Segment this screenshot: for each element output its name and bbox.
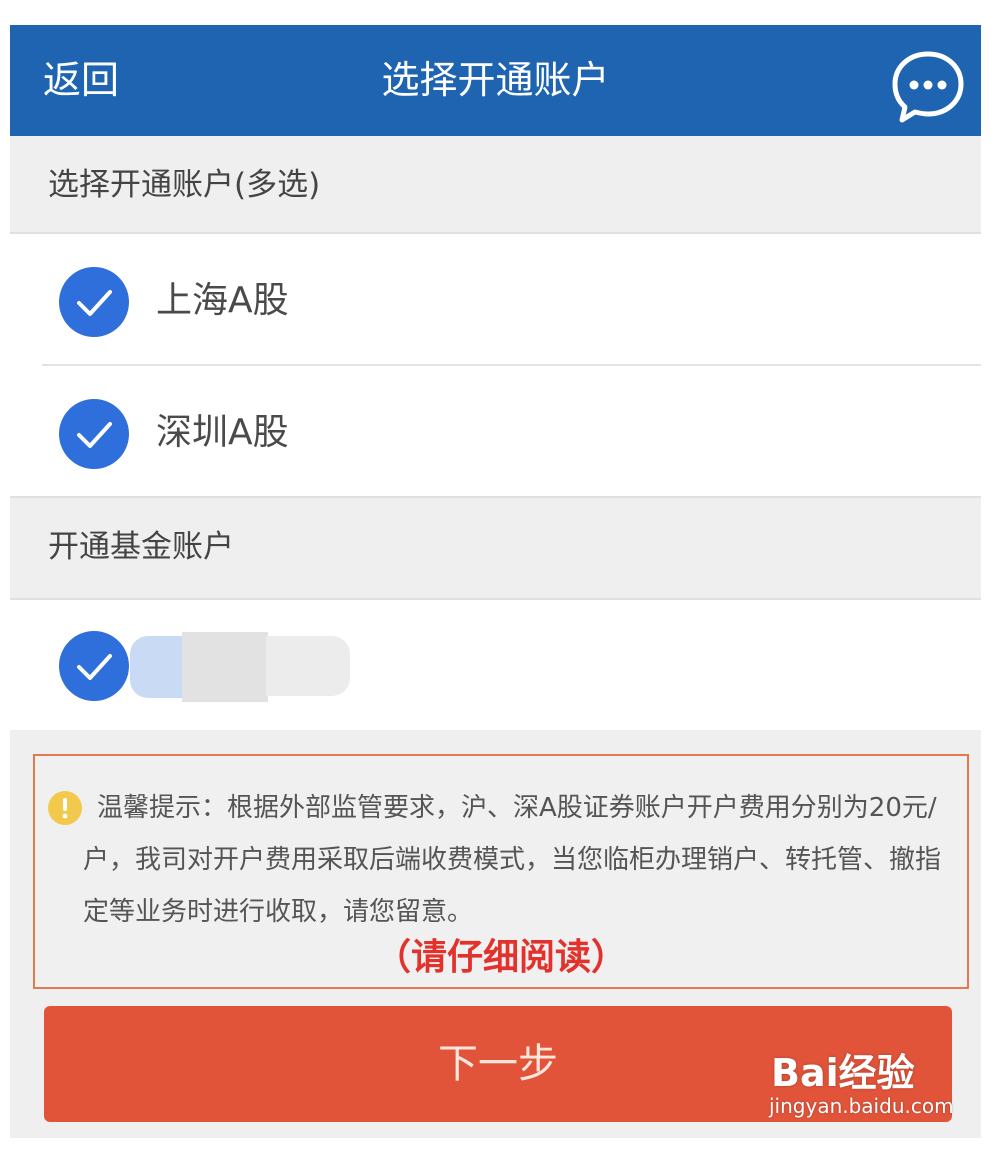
checked-circle-icon[interactable] bbox=[58, 266, 130, 338]
screen: 返回 选择开通账户 选择开通账户(多选) 上海A股 深圳A股 开通基金账户 温馨… bbox=[10, 25, 981, 1138]
option-label: 上海A股 bbox=[156, 280, 289, 321]
blur-block bbox=[266, 636, 350, 696]
watermark-logo: Bai经验 bbox=[771, 1051, 915, 1095]
page-title: 选择开通账户 bbox=[381, 58, 610, 102]
section-header-accounts: 选择开通账户(多选) bbox=[10, 136, 981, 234]
section-header-fund: 开通基金账户 bbox=[10, 496, 981, 600]
checked-circle-icon[interactable] bbox=[58, 398, 130, 470]
option-shenzhen-a[interactable]: 深圳A股 bbox=[10, 366, 981, 496]
option-shanghai-a[interactable]: 上海A股 bbox=[10, 234, 981, 366]
option-label: 深圳A股 bbox=[156, 412, 289, 453]
section-title: 开通基金账户 bbox=[48, 529, 234, 565]
checked-circle-icon[interactable] bbox=[58, 630, 130, 702]
obscured-label bbox=[130, 630, 350, 702]
baidu-jingyan-watermark: Bai经验 jingyan.baidu.com bbox=[763, 1042, 963, 1132]
blur-block bbox=[182, 632, 268, 702]
warning-icon bbox=[48, 791, 82, 825]
notice-emphasis: （请仔细阅读） bbox=[374, 937, 627, 978]
chat-bubble-icon[interactable] bbox=[890, 49, 966, 125]
notice-box: 温馨提示：根据外部监管要求，沪、深A股证券账户开户费用分别为20元/户，我司对开… bbox=[33, 754, 969, 989]
watermark-url: jingyan.baidu.com bbox=[769, 1094, 954, 1118]
section-title: 选择开通账户(多选) bbox=[48, 167, 321, 203]
blur-block bbox=[130, 636, 185, 698]
option-fund-account[interactable] bbox=[10, 600, 981, 730]
notice-text: 温馨提示：根据外部监管要求，沪、深A股证券账户开户费用分别为20元/户，我司对开… bbox=[83, 793, 942, 927]
app-header: 返回 选择开通账户 bbox=[10, 25, 981, 136]
